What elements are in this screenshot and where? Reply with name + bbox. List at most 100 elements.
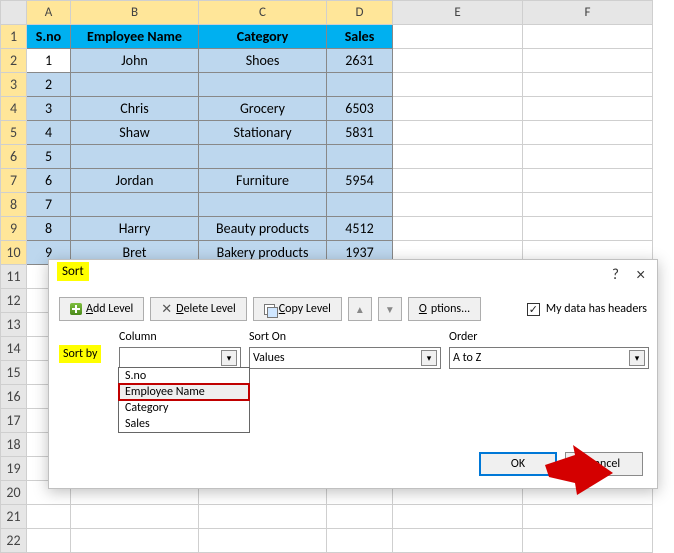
row-header[interactable]: 4 — [1, 97, 27, 121]
cell[interactable]: Category — [199, 25, 327, 49]
help-button[interactable]: ? — [612, 266, 619, 284]
cell[interactable]: Stationary — [199, 121, 327, 145]
move-up-button[interactable]: ▲ — [348, 297, 372, 321]
cell[interactable] — [393, 121, 523, 145]
cell[interactable]: Shaw — [71, 121, 199, 145]
row-header[interactable]: 20 — [1, 481, 27, 505]
cell[interactable] — [327, 193, 393, 217]
row-header[interactable]: 16 — [1, 385, 27, 409]
sortby-dropdown[interactable]: S.no Employee Name Category Sales — [118, 367, 250, 433]
cell[interactable] — [199, 73, 327, 97]
row-header[interactable]: 9 — [1, 217, 27, 241]
cell[interactable]: Chris — [71, 97, 199, 121]
row-header[interactable]: 19 — [1, 457, 27, 481]
cell[interactable]: Furniture — [199, 169, 327, 193]
sortby-combo[interactable]: ▾ — [119, 347, 241, 369]
add-level-button[interactable]: Add Level — [59, 297, 144, 321]
cell[interactable] — [393, 145, 523, 169]
cell[interactable] — [199, 145, 327, 169]
cell[interactable] — [523, 73, 653, 97]
cell[interactable] — [523, 25, 653, 49]
cell[interactable] — [393, 25, 523, 49]
dropdown-option[interactable]: Sales — [119, 416, 249, 432]
row-header[interactable]: 8 — [1, 193, 27, 217]
cell[interactable]: Sales — [327, 25, 393, 49]
cell[interactable] — [523, 193, 653, 217]
cell[interactable] — [327, 145, 393, 169]
headers-checkbox[interactable]: ✓ My data has headers — [527, 302, 647, 316]
select-all-corner[interactable] — [1, 1, 27, 25]
cell[interactable]: 7 — [27, 193, 71, 217]
cell[interactable] — [523, 49, 653, 73]
cell[interactable] — [393, 97, 523, 121]
row-header[interactable]: 5 — [1, 121, 27, 145]
cell[interactable] — [523, 529, 653, 553]
cell[interactable]: 2 — [27, 73, 71, 97]
col-header-a[interactable]: A — [27, 1, 71, 25]
cell[interactable] — [523, 169, 653, 193]
row-header[interactable]: 10 — [1, 241, 27, 265]
ok-button[interactable]: OK — [479, 452, 557, 476]
cell[interactable] — [523, 217, 653, 241]
row-header[interactable]: 21 — [1, 505, 27, 529]
cell[interactable] — [327, 505, 393, 529]
cell[interactable]: 8 — [27, 217, 71, 241]
cell[interactable]: 3 — [27, 97, 71, 121]
cell[interactable] — [27, 505, 71, 529]
row-header[interactable]: 14 — [1, 337, 27, 361]
cell[interactable] — [71, 145, 199, 169]
row-header[interactable]: 15 — [1, 361, 27, 385]
cancel-button[interactable]: Cancel — [565, 452, 643, 476]
cell[interactable]: 5 — [27, 145, 71, 169]
cell[interactable]: John — [71, 49, 199, 73]
cell[interactable] — [71, 73, 199, 97]
cell[interactable] — [393, 505, 523, 529]
row-header[interactable]: 12 — [1, 289, 27, 313]
cell[interactable]: S.no — [27, 25, 71, 49]
row-header[interactable]: 18 — [1, 433, 27, 457]
cell[interactable] — [393, 193, 523, 217]
cell[interactable] — [199, 529, 327, 553]
cell[interactable]: 5954 — [327, 169, 393, 193]
cell[interactable]: 4 — [27, 121, 71, 145]
dropdown-option[interactable]: Category — [119, 400, 249, 416]
cell[interactable] — [393, 169, 523, 193]
row-header[interactable]: 2 — [1, 49, 27, 73]
col-header-d[interactable]: D — [327, 1, 393, 25]
cell[interactable]: 6 — [27, 169, 71, 193]
sorton-combo[interactable]: Values ▾ — [249, 347, 441, 369]
cell[interactable] — [523, 121, 653, 145]
cell[interactable] — [393, 217, 523, 241]
cell[interactable] — [327, 529, 393, 553]
order-combo[interactable]: A to Z ▾ — [449, 347, 649, 369]
cell[interactable] — [393, 73, 523, 97]
cell[interactable] — [523, 145, 653, 169]
cell[interactable]: 1 — [27, 49, 71, 73]
close-button[interactable]: × — [637, 264, 645, 285]
cell[interactable] — [199, 193, 327, 217]
row-header[interactable]: 22 — [1, 529, 27, 553]
cell[interactable]: 4512 — [327, 217, 393, 241]
options-button[interactable]: Options... — [408, 297, 481, 321]
cell[interactable] — [393, 529, 523, 553]
cell[interactable]: Beauty products — [199, 217, 327, 241]
cell[interactable] — [523, 97, 653, 121]
cell[interactable] — [71, 529, 199, 553]
cell[interactable] — [27, 529, 71, 553]
row-header[interactable]: 1 — [1, 25, 27, 49]
col-header-c[interactable]: C — [199, 1, 327, 25]
cell[interactable] — [71, 193, 199, 217]
cell[interactable]: Grocery — [199, 97, 327, 121]
move-down-button[interactable]: ▼ — [378, 297, 402, 321]
row-header[interactable]: 7 — [1, 169, 27, 193]
dropdown-option[interactable]: Employee Name — [119, 384, 249, 400]
cell[interactable]: 6503 — [327, 97, 393, 121]
cell[interactable]: 5831 — [327, 121, 393, 145]
dropdown-option[interactable]: S.no — [119, 368, 249, 384]
row-header[interactable]: 6 — [1, 145, 27, 169]
cell[interactable] — [393, 49, 523, 73]
row-header[interactable]: 13 — [1, 313, 27, 337]
cell[interactable]: Jordan — [71, 169, 199, 193]
row-header[interactable]: 17 — [1, 409, 27, 433]
col-header-e[interactable]: E — [393, 1, 523, 25]
